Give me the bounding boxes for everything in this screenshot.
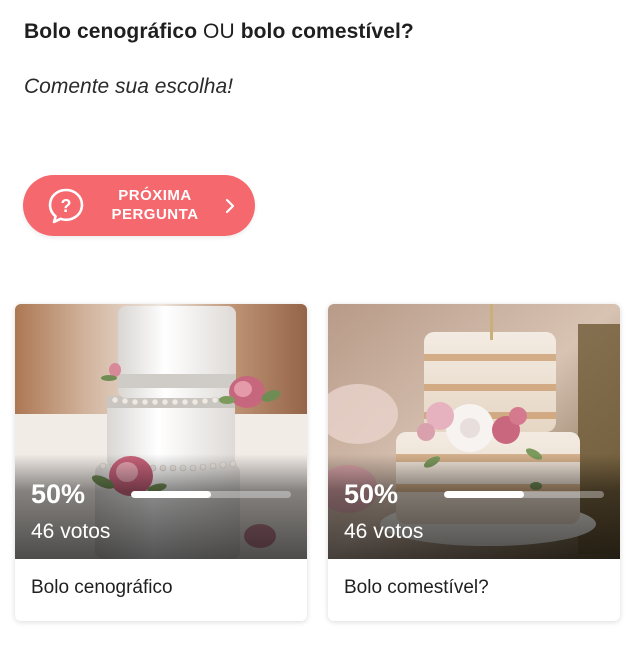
vote-count: 46 votos xyxy=(31,520,111,543)
vote-progress-bar xyxy=(131,491,291,498)
chevron-right-icon xyxy=(225,198,235,214)
vote-progress-bar xyxy=(444,491,604,498)
question-bubble-icon: ? xyxy=(48,188,84,224)
vote-count: 46 votos xyxy=(344,520,424,543)
next-question-label-line-1: PRÓXIMA xyxy=(118,187,192,204)
option-label: Bolo cenográfico xyxy=(31,577,173,598)
question-subtitle: Comente sua escolha! xyxy=(24,75,233,98)
next-question-button[interactable]: ? PRÓXIMA PERGUNTA xyxy=(23,175,255,236)
vote-progress-fill xyxy=(444,491,524,498)
question-part-2: bolo comestível? xyxy=(240,20,414,43)
poll-option-card[interactable]: 50% 46 votos Bolo cenográfico xyxy=(15,304,307,621)
option-label: Bolo comestível? xyxy=(344,577,489,598)
vote-progress-fill xyxy=(131,491,211,498)
vote-percentage: 50% xyxy=(31,479,86,509)
next-question-label-line-2: PERGUNTA xyxy=(111,206,199,223)
question-title: Bolo cenográfico OU bolo comestível? xyxy=(24,20,414,44)
question-part-1: Bolo cenográfico xyxy=(24,20,198,43)
vote-percentage: 50% xyxy=(344,479,399,509)
svg-text:?: ? xyxy=(61,196,72,216)
next-question-label: PRÓXIMA PERGUNTA xyxy=(103,186,207,224)
poll-option-card[interactable]: 50% 46 votos Bolo comestível? xyxy=(328,304,620,621)
question-connector: OU xyxy=(197,20,241,43)
